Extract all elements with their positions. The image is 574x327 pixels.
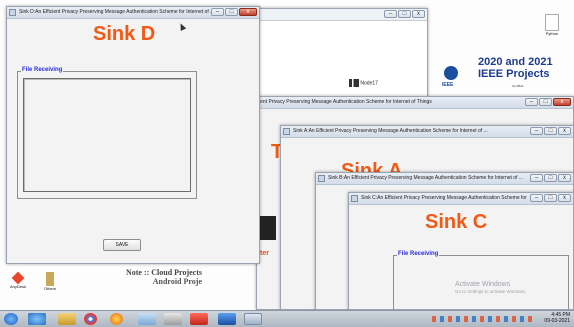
- window-controls: – □ x: [530, 127, 571, 135]
- window-title: Sink A:An Efficient Privacy Preserving M…: [293, 128, 488, 134]
- maximize-button[interactable]: □: [544, 127, 557, 135]
- explorer-icon[interactable]: [58, 313, 76, 325]
- close-button[interactable]: x: [412, 10, 425, 18]
- save-button[interactable]: SAVE: [103, 239, 141, 251]
- clock-date: 09-03-2021: [544, 318, 570, 324]
- title-bar: Sink B:An Efficient Privacy Preserving M…: [316, 173, 573, 185]
- maximize-button[interactable]: □: [398, 10, 411, 18]
- sink-c-window[interactable]: Sink C:An Efficient Privacy Preserving M…: [348, 192, 574, 315]
- close-button[interactable]: x: [558, 127, 571, 135]
- window-controls: – □ x: [384, 10, 425, 18]
- activate-title: Activate Windows: [455, 281, 511, 288]
- files-icon[interactable]: [138, 313, 156, 325]
- python-desktop-icon[interactable]: Python: [540, 14, 564, 36]
- minimize-button[interactable]: –: [211, 8, 224, 16]
- close-button[interactable]: x: [553, 98, 571, 106]
- tray-icons: [432, 316, 532, 322]
- minimize-button[interactable]: –: [525, 98, 538, 106]
- node-icon: [349, 79, 359, 87]
- ieee-banner: IEEE 2020 and 2021 IEEE Projects GLOBAL: [440, 50, 570, 94]
- window-controls: – □ x: [525, 98, 571, 106]
- python-icon: [545, 14, 559, 31]
- app-icon-blue[interactable]: [218, 313, 236, 325]
- taskbar: 4:45 PM 09-03-2021: [0, 310, 574, 327]
- note-text: Note :: Cloud Projects Android Proje: [62, 268, 202, 286]
- ieee-logo-icon: [444, 66, 458, 80]
- anydesk-icon: [11, 271, 25, 285]
- ie-icon[interactable]: [28, 313, 46, 325]
- app-icon: [318, 175, 325, 182]
- window-title: Sink B:An Efficient Privacy Preserving M…: [328, 175, 524, 181]
- sink-heading: Sink C: [425, 211, 488, 233]
- app-icon: [9, 9, 16, 16]
- maximize-button[interactable]: □: [225, 8, 238, 16]
- partial-text-ter: ter: [260, 250, 269, 257]
- java-app-icon[interactable]: [244, 313, 262, 325]
- node-logo: Node17: [349, 79, 378, 87]
- note-line-2: Android Proje: [152, 277, 202, 286]
- maximize-button[interactable]: □: [539, 98, 552, 106]
- group-label: File Receiving: [397, 251, 440, 257]
- banner-line-2: IEEE Projects: [478, 68, 550, 80]
- node-label: Node17: [360, 80, 378, 87]
- anydesk-icon-label: AnyDesk: [9, 284, 26, 289]
- mouse-cursor-icon: [177, 22, 187, 31]
- start-button[interactable]: [4, 313, 18, 325]
- close-button[interactable]: x: [239, 8, 257, 16]
- window-controls: – □ x: [530, 174, 571, 182]
- window-controls: – □ x: [530, 194, 571, 202]
- maximize-button[interactable]: □: [544, 194, 557, 202]
- received-file-textarea[interactable]: [23, 78, 191, 192]
- title-bar: Sink D:An Efficient Privacy Preserving M…: [7, 7, 259, 19]
- globe-label: GLOBAL: [512, 84, 525, 88]
- title-bar: Sink C:An Efficient Privacy Preserving M…: [349, 193, 573, 205]
- title-bar: ient Privacy Preserving Message Authenti…: [257, 97, 573, 109]
- folder-icon-label: Others: [43, 286, 56, 291]
- note-line-1: Note :: Cloud Projects: [125, 268, 202, 277]
- window-title: Sink D:An Efficient Privacy Preserving M…: [19, 9, 213, 15]
- file-receiving-group: File Receiving: [17, 67, 197, 199]
- media-icon[interactable]: [164, 313, 182, 325]
- title-bar: Sink A:An Efficient Privacy Preserving M…: [281, 126, 573, 138]
- window-controls: – □ x: [211, 8, 257, 16]
- group-label: File Receiving: [21, 67, 64, 73]
- chrome-icon[interactable]: [84, 313, 97, 325]
- clock[interactable]: 4:45 PM 09-03-2021: [544, 312, 570, 324]
- activate-subtitle: Go to Settings to activate Windows.: [455, 289, 527, 294]
- minimize-button[interactable]: –: [530, 194, 543, 202]
- folder-icon: [46, 272, 54, 286]
- minimize-button[interactable]: –: [530, 127, 543, 135]
- sink-heading: Sink D: [93, 23, 156, 45]
- cloud-icon: [258, 216, 276, 240]
- close-button[interactable]: x: [558, 194, 571, 202]
- python-icon-label: Python: [545, 31, 559, 36]
- pdf-icon[interactable]: [190, 313, 208, 325]
- sink-d-window[interactable]: Sink D:An Efficient Privacy Preserving M…: [6, 6, 260, 264]
- activate-windows-watermark: Activate Windows Go to Settings to activ…: [455, 281, 573, 294]
- minimize-button[interactable]: –: [530, 174, 543, 182]
- firefox-icon[interactable]: [110, 313, 123, 325]
- ieee-label: IEEE: [442, 82, 454, 88]
- close-button[interactable]: x: [558, 174, 571, 182]
- app-icon: [351, 195, 358, 202]
- app-icon: [283, 128, 290, 135]
- desktop: Python AnyDesk Others – □ x Node17 IEEE …: [0, 0, 574, 315]
- window-title: Sink C:An Efficient Privacy Preserving M…: [361, 195, 527, 201]
- anydesk-desktop-icon[interactable]: AnyDesk: [8, 271, 28, 289]
- maximize-button[interactable]: □: [544, 174, 557, 182]
- window-title: ient Privacy Preserving Message Authenti…: [259, 99, 432, 105]
- minimize-button[interactable]: –: [384, 10, 397, 18]
- banner-line-1: 2020 and 2021: [478, 56, 553, 68]
- others-desktop-icon[interactable]: Others: [40, 272, 60, 291]
